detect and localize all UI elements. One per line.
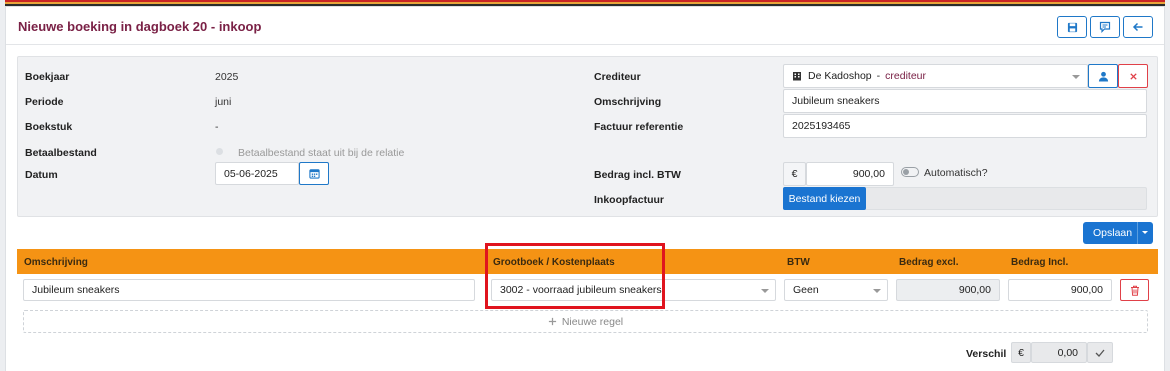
- calendar-button[interactable]: [299, 162, 329, 185]
- row-bedrag-incl-input[interactable]: 900,00: [1008, 279, 1112, 301]
- comment-icon: [1099, 21, 1111, 33]
- booking-card: Nieuwe boeking in dagboek 20 - inkoop Bo…: [5, 6, 1165, 371]
- user-icon: [1098, 71, 1108, 82]
- calendar-icon: [308, 169, 320, 179]
- trash-icon: [1130, 285, 1139, 296]
- crediteur-label: Crediteur: [594, 71, 641, 83]
- caret-down-icon[interactable]: [1142, 231, 1148, 234]
- row-btw-select[interactable]: Geen: [784, 279, 888, 301]
- booking-form-panel: Boekjaar 2025 Periode juni Boekstuk - Be…: [17, 56, 1158, 217]
- omschrijving-label: Omschrijving: [594, 96, 662, 108]
- verschil-value: 0,00: [1031, 342, 1087, 363]
- factuur-referentie-input[interactable]: 2025193465: [783, 114, 1147, 138]
- omschrijving-input[interactable]: Jubileum sneakers: [783, 89, 1147, 113]
- factuur-referentie-label: Factuur referentie: [594, 121, 684, 133]
- check-icon: [1095, 349, 1105, 357]
- betaalbestand-label: Betaalbestand: [25, 147, 97, 159]
- close-icon: [1129, 72, 1137, 80]
- automatisch-toggle[interactable]: [901, 167, 919, 177]
- crediteur-name: De Kadoshop: [808, 70, 872, 82]
- betaalbestand-note: Betaalbestand staat uit bij de relatie: [238, 147, 405, 159]
- row-btw-value: Geen: [793, 284, 819, 296]
- inkoopfactuur-label: Inkoopfactuur: [594, 194, 664, 206]
- boekstuk-label: Boekstuk: [25, 121, 73, 133]
- page-title: Nieuwe boeking in dagboek 20 - inkoop: [18, 19, 262, 34]
- plus-icon: [548, 317, 556, 326]
- row-omschrijving-input[interactable]: Jubileum sneakers: [23, 279, 475, 301]
- crediteur-separator: -: [876, 70, 881, 82]
- boekjaar-label: Boekjaar: [25, 71, 70, 83]
- delete-row-button[interactable]: [1120, 279, 1149, 301]
- crediteur-role: crediteur: [885, 70, 926, 82]
- chevron-down-icon: [1072, 75, 1080, 79]
- col-btw: BTW: [787, 257, 810, 268]
- periode-value: juni: [215, 96, 232, 108]
- col-omschrijving: Omschrijving: [24, 257, 88, 268]
- new-row-button[interactable]: Nieuwe regel: [23, 310, 1148, 333]
- verschil-check: [1087, 342, 1113, 363]
- betaalbestand-radio: [216, 148, 223, 155]
- highlight-box: [485, 243, 665, 309]
- back-button[interactable]: [1123, 16, 1153, 38]
- boekjaar-value: 2025: [215, 71, 239, 83]
- arrow-left-icon: [1132, 22, 1143, 32]
- col-bedrag-excl: Bedrag excl.: [899, 257, 959, 268]
- verschil-label: Verschil: [966, 348, 1007, 360]
- opslaan-button[interactable]: Opslaan: [1083, 222, 1153, 244]
- datum-input[interactable]: 05-06-2025: [215, 162, 299, 185]
- bedrag-input[interactable]: 900,00: [806, 162, 894, 186]
- bestand-kiezen-button[interactable]: Bestand kiezen: [783, 187, 866, 210]
- chevron-down-icon: [873, 289, 881, 293]
- automatisch-label: Automatisch?: [924, 167, 988, 179]
- crediteur-profile-button[interactable]: [1088, 64, 1118, 88]
- chevron-down-icon: [761, 289, 769, 293]
- card-header: Nieuwe boeking in dagboek 20 - inkoop: [6, 7, 1164, 45]
- periode-label: Periode: [25, 96, 64, 108]
- bedrag-label: Bedrag incl. BTW: [594, 169, 681, 181]
- save-button[interactable]: [1057, 16, 1087, 38]
- save-icon: [1067, 22, 1077, 32]
- col-bedrag-incl: Bedrag Incl.: [1011, 257, 1069, 268]
- comment-button[interactable]: [1090, 16, 1120, 38]
- bedrag-currency: €: [783, 162, 806, 186]
- verschil-currency: €: [1011, 342, 1031, 363]
- boekstuk-value: -: [215, 121, 219, 133]
- new-row-label: Nieuwe regel: [561, 315, 624, 328]
- datum-label: Datum: [25, 169, 58, 181]
- building-icon: [793, 72, 801, 81]
- crediteur-clear-button[interactable]: [1118, 64, 1148, 88]
- crediteur-select[interactable]: De Kadoshop - crediteur: [783, 64, 1088, 88]
- row-bedrag-excl: 900,00: [896, 279, 1000, 301]
- opslaan-label: Opslaan: [1093, 227, 1133, 239]
